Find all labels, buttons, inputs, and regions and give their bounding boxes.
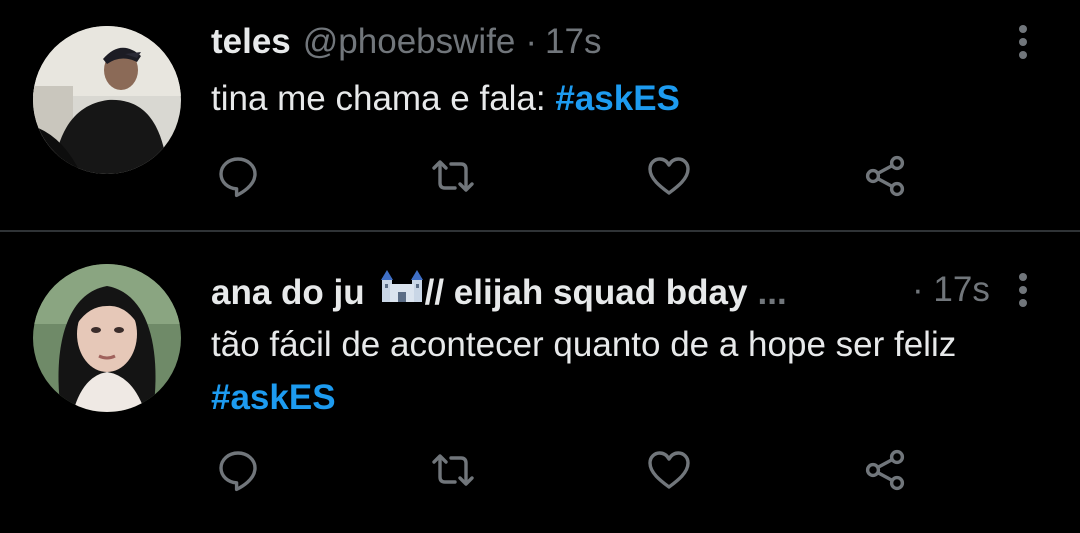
user-handle[interactable]: @phoebswife (303, 20, 516, 64)
tweet-header: teles @phoebswife · 17s (211, 20, 601, 64)
reply-icon[interactable] (214, 152, 262, 200)
display-name[interactable]: ana do ju (211, 271, 365, 315)
tweet-text-content: tão fácil de acontecer quanto de a hope … (211, 325, 957, 364)
display-name-suffix[interactable]: // elijah squad bday (425, 271, 748, 315)
hashtag-link[interactable]: #askES (211, 378, 336, 417)
separator-dot: · (525, 22, 538, 61)
more-options-icon[interactable] (1008, 20, 1038, 64)
hashtag-link[interactable]: #askES (555, 79, 680, 118)
retweet-icon[interactable] (429, 152, 477, 200)
separator-dot: · (912, 270, 924, 309)
share-icon[interactable] (861, 446, 909, 494)
like-icon[interactable] (645, 446, 693, 494)
like-icon[interactable] (645, 152, 693, 200)
tweet-item[interactable]: teles @phoebswife · 17s tina me chama e … (0, 0, 1080, 230)
tweet-item[interactable]: ana do ju // elijah squad bday ... · 17s (0, 232, 1080, 533)
tweet-text-content: tina me chama e fala: (211, 79, 556, 118)
name-ellipsis: ... (757, 273, 787, 312)
tweet-meta: · 17s (912, 268, 990, 312)
castle-emoji (379, 268, 425, 304)
avatar[interactable] (33, 26, 181, 174)
display-name[interactable]: teles (211, 20, 291, 64)
more-options-icon[interactable] (1008, 268, 1038, 312)
timestamp[interactable]: 17s (545, 20, 601, 64)
timestamp[interactable]: 17s (933, 270, 989, 309)
tweet-text: tina me chama e fala: #askES (211, 72, 1031, 125)
tweet-header: ana do ju // elijah squad bday ... (211, 268, 787, 312)
reply-icon[interactable] (214, 446, 262, 494)
avatar[interactable] (33, 264, 181, 412)
tweet-text: tão fácil de acontecer quanto de a hope … (211, 318, 1011, 424)
share-icon[interactable] (861, 152, 909, 200)
retweet-icon[interactable] (429, 446, 477, 494)
